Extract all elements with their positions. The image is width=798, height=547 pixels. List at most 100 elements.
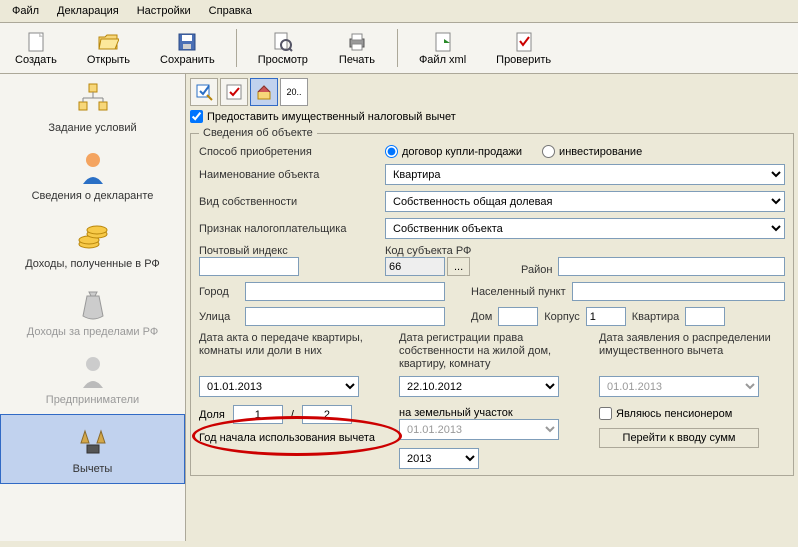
radio-invest[interactable]: инвестирование	[542, 145, 642, 158]
subject-code-input	[385, 257, 445, 276]
app-date-label: Дата заявления о распределении имуществе…	[599, 332, 785, 372]
open-label: Открыть	[87, 54, 130, 66]
share-num-input[interactable]	[233, 405, 283, 424]
act-date-select[interactable]: 01.01.2013	[199, 376, 359, 397]
year-select[interactable]: 2013	[399, 448, 479, 469]
deductions-icon	[75, 423, 111, 459]
postal-input[interactable]	[199, 257, 299, 276]
provide-deduction-checkbox[interactable]	[190, 110, 203, 123]
radio-contract[interactable]: договор купли-продажи	[385, 145, 522, 158]
xml-file-icon	[431, 30, 455, 54]
check-label: Проверить	[496, 54, 551, 66]
taxpayer-select[interactable]: Собственник объекта	[385, 218, 785, 239]
menu-declaration[interactable]: Декларация	[49, 2, 127, 20]
pensioner-label: Являюсь пенсионером	[616, 408, 732, 420]
object-name-label: Наименование объекта	[199, 169, 379, 181]
sidebar-label: Доходы, полученные в РФ	[25, 258, 160, 270]
object-name-select[interactable]: Квартира	[385, 164, 785, 185]
postal-label: Почтовый индекс	[199, 245, 379, 257]
magnify-page-icon	[271, 30, 295, 54]
mini-btn-check-red[interactable]	[220, 78, 248, 106]
new-file-icon	[24, 30, 48, 54]
xml-button[interactable]: Файл xml	[408, 27, 477, 69]
sidebar-item-entrepreneurs[interactable]: Предприниматели	[0, 346, 185, 414]
ownership-label: Вид собственности	[199, 196, 379, 208]
save-button[interactable]: Сохранить	[149, 27, 226, 69]
sidebar-label: Доходы за пределами РФ	[27, 326, 158, 338]
create-button[interactable]: Создать	[4, 27, 68, 69]
coins-icon	[75, 218, 111, 254]
money-bag-icon	[75, 286, 111, 322]
house-input[interactable]	[498, 307, 538, 326]
check-page-icon	[512, 30, 536, 54]
ownership-select[interactable]: Собственность общая долевая	[385, 191, 785, 212]
building-label: Корпус	[544, 311, 579, 323]
menu-help[interactable]: Справка	[201, 2, 260, 20]
subject-code-label: Код субъекта РФ	[385, 245, 515, 257]
mini-btn-checkbox-pencil[interactable]	[190, 78, 218, 106]
preview-button[interactable]: Просмотр	[247, 27, 319, 69]
provide-deduction-label: Предоставить имущественный налоговый выч…	[207, 111, 456, 123]
acquisition-label: Способ приобретения	[199, 146, 379, 158]
act-date-label: Дата акта о передаче квартиры, комнаты и…	[199, 332, 385, 372]
region-label: Район	[521, 264, 552, 276]
print-label: Печать	[339, 54, 375, 66]
print-button[interactable]: Печать	[327, 27, 387, 69]
share-label: Доля	[199, 409, 225, 421]
mini-btn-house[interactable]	[250, 78, 278, 106]
person-icon	[75, 150, 111, 186]
share-den-input[interactable]	[302, 405, 352, 424]
xml-label: Файл xml	[419, 54, 466, 66]
check-button[interactable]: Проверить	[485, 27, 562, 69]
toolbar-separator	[236, 29, 237, 67]
menubar: Файл Декларация Настройки Справка	[0, 0, 798, 23]
taxpayer-label: Признак налогоплательщика	[199, 223, 379, 235]
content-panel: 20.. Предоставить имущественный налоговы…	[186, 74, 798, 541]
toolbar: Создать Открыть Сохранить Просмотр Печат…	[0, 23, 798, 74]
sidebar-item-income-abroad[interactable]: Доходы за пределами РФ	[0, 278, 185, 346]
mini-btn-object[interactable]: 20..	[280, 78, 308, 106]
sidebar-item-deductions[interactable]: Вычеты	[0, 414, 185, 484]
flat-label: Квартира	[632, 311, 680, 323]
settlement-label: Населенный пункт	[471, 286, 566, 298]
land-date-label: на земельный участок	[399, 407, 585, 419]
year-start-label: Год начала использования вычета	[199, 432, 385, 444]
app-date-select[interactable]: 01.01.2013	[599, 376, 759, 397]
sidebar-label: Предприниматели	[46, 394, 139, 406]
share-sep: /	[291, 409, 294, 421]
menu-file[interactable]: Файл	[4, 2, 47, 20]
floppy-icon	[175, 30, 199, 54]
reg-date-select[interactable]: 22.10.2012	[399, 376, 559, 397]
toolbar-separator	[397, 29, 398, 67]
sidebar-item-income-rf[interactable]: Доходы, полученные в РФ	[0, 210, 185, 278]
reg-date-label: Дата регистрации права собственности на …	[399, 332, 585, 372]
open-button[interactable]: Открыть	[76, 27, 141, 69]
sidebar-item-declarant[interactable]: Сведения о декларанте	[0, 142, 185, 210]
settlement-input[interactable]	[572, 282, 785, 301]
menu-settings[interactable]: Настройки	[129, 2, 199, 20]
fieldset-legend: Сведения об объекте	[199, 127, 317, 139]
land-date-select[interactable]: 01.01.2013	[399, 419, 559, 440]
briefcase-person-icon	[75, 354, 111, 390]
main-area: Задание условий Сведения о декларанте До…	[0, 74, 798, 541]
open-folder-icon	[96, 30, 120, 54]
printer-icon	[345, 30, 369, 54]
sidebar-item-conditions[interactable]: Задание условий	[0, 74, 185, 142]
pensioner-checkbox[interactable]	[599, 407, 612, 420]
flat-input[interactable]	[685, 307, 725, 326]
city-input[interactable]	[245, 282, 445, 301]
house-label: Дом	[471, 311, 492, 323]
region-input[interactable]	[558, 257, 785, 276]
sidebar: Задание условий Сведения о декларанте До…	[0, 74, 186, 541]
preview-label: Просмотр	[258, 54, 308, 66]
goto-sums-button[interactable]: Перейти к вводу сумм	[599, 428, 759, 448]
tree-icon	[75, 82, 111, 118]
mini-toolbar: 20..	[190, 78, 794, 106]
street-input[interactable]	[245, 307, 445, 326]
building-input[interactable]	[586, 307, 626, 326]
create-label: Создать	[15, 54, 57, 66]
subject-code-browse[interactable]: ...	[447, 257, 470, 276]
save-label: Сохранить	[160, 54, 215, 66]
sidebar-label: Вычеты	[73, 463, 113, 475]
street-label: Улица	[199, 311, 239, 323]
